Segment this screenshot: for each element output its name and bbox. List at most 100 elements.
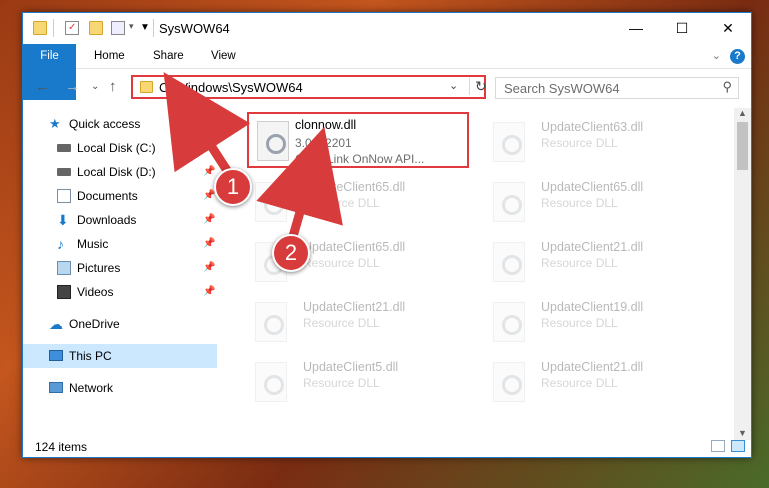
search-input[interactable]: Search SysWOW64 ⚲ xyxy=(495,77,739,99)
sidebar-item-label: Local Disk (D:) xyxy=(77,165,156,179)
file-type: Resource DLL xyxy=(303,376,380,390)
file-name: UpdateClient5.dll xyxy=(303,360,399,374)
videos-icon xyxy=(57,285,71,299)
sidebar-item-this-pc[interactable]: This PC xyxy=(23,344,217,368)
file-name: UpdateClient21.dll xyxy=(541,240,644,254)
dll-file-icon xyxy=(493,182,525,222)
title-bar: ✓ ▾ ▼ SysWOW64 — ☐ ✕ xyxy=(23,13,751,44)
dll-file-icon xyxy=(255,362,287,402)
tab-home[interactable]: Home xyxy=(81,44,138,69)
file-item[interactable]: UpdateClient21.dll Resource DLL xyxy=(483,234,713,290)
step-1-badge: 1 xyxy=(214,168,252,206)
new-folder-icon[interactable] xyxy=(89,21,103,35)
address-bar[interactable]: C:\Windows\SysWOW64 ⌄ ↻ xyxy=(131,75,487,99)
file-item[interactable]: UpdateClient65.dll Resource DLL xyxy=(483,174,713,230)
pin-icon[interactable]: 📌 xyxy=(203,160,215,184)
help-icon[interactable]: ? xyxy=(730,49,745,64)
maximize-button[interactable]: ☐ xyxy=(659,13,705,44)
dll-file-icon xyxy=(493,362,525,402)
file-name: clonnow.dll xyxy=(295,118,357,132)
pin-icon[interactable]: 📌 xyxy=(203,280,215,304)
folder-icon xyxy=(140,81,153,93)
address-path[interactable]: C:\Windows\SysWOW64 xyxy=(159,80,303,95)
explorer-window: ✓ ▾ ▼ SysWOW64 — ☐ ✕ File Home Share Vie… xyxy=(22,12,752,458)
file-type: Resource DLL xyxy=(303,316,380,330)
sidebar-item-music[interactable]: ♪ Music 📌 xyxy=(23,232,217,256)
ribbon: File Home Share View ⌄ ? xyxy=(23,44,751,100)
back-button[interactable]: ← xyxy=(35,78,50,95)
file-list: clonnow.dll 3.0.0.2201 CyberLink OnNow A… xyxy=(235,108,735,440)
navigation-pane: ★ Quick access Local Disk (C:) 📌 Local D… xyxy=(23,108,217,440)
refresh-icon[interactable]: ↻ xyxy=(469,78,487,95)
chevron-down-icon[interactable]: ⌄ xyxy=(449,79,458,92)
recent-locations-icon[interactable]: ⌄ xyxy=(91,81,99,92)
sidebar-item-downloads[interactable]: ⬇ Downloads 📌 xyxy=(23,208,217,232)
dll-file-icon xyxy=(255,182,287,222)
file-item-clonnow[interactable]: clonnow.dll 3.0.0.2201 CyberLink OnNow A… xyxy=(247,112,469,168)
sidebar-item-pictures[interactable]: Pictures 📌 xyxy=(23,256,217,280)
sidebar-item-label: Documents xyxy=(77,189,138,203)
sidebar-item-network[interactable]: Network xyxy=(23,376,217,400)
qa-dropdown-icon[interactable]: ▼ xyxy=(140,22,150,33)
file-description: CyberLink OnNow API... xyxy=(295,152,425,166)
sidebar-item-onedrive[interactable]: ☁ OneDrive xyxy=(23,312,217,336)
network-icon xyxy=(49,382,63,393)
search-icon[interactable]: ⚲ xyxy=(722,79,732,95)
dll-file-icon xyxy=(493,242,525,282)
dll-file-icon xyxy=(493,302,525,342)
close-button[interactable]: ✕ xyxy=(705,13,751,44)
sidebar-item-local-disk-c[interactable]: Local Disk (C:) 📌 xyxy=(23,136,217,160)
chevron-down-icon[interactable]: ▾ xyxy=(129,21,134,32)
drive-icon xyxy=(57,144,71,152)
file-type: Resource DLL xyxy=(541,376,618,390)
sidebar-item-label: Local Disk (C:) xyxy=(77,141,156,155)
file-name: UpdateClient65.dll xyxy=(303,240,406,254)
tab-view[interactable]: View xyxy=(198,44,249,69)
large-icons-view-icon[interactable] xyxy=(731,440,745,452)
pictures-icon xyxy=(57,261,71,275)
pin-icon[interactable]: 📌 xyxy=(203,256,215,280)
star-icon: ★ xyxy=(49,116,61,131)
file-name: UpdateClient19.dll xyxy=(541,300,644,314)
sidebar-item-label: Music xyxy=(77,237,109,251)
sidebar-item-label: This PC xyxy=(69,349,112,363)
file-item[interactable]: UpdateClient63.dll Resource DLL xyxy=(483,114,713,170)
file-item[interactable]: UpdateClient65.dll Resource DLL xyxy=(245,174,475,230)
drive-icon xyxy=(57,168,71,176)
file-type: Resource DLL xyxy=(303,256,380,270)
computer-icon xyxy=(49,350,63,361)
up-button[interactable]: ↑ xyxy=(109,78,117,95)
dll-file-icon xyxy=(257,121,289,161)
file-name: UpdateClient21.dll xyxy=(303,300,406,314)
step-2-badge: 2 xyxy=(272,234,310,272)
customize-toolbar-icon[interactable] xyxy=(111,21,125,35)
sidebar-item-quick-access[interactable]: ★ Quick access xyxy=(23,112,217,136)
sidebar-item-local-disk-d[interactable]: Local Disk (D:) 📌 xyxy=(23,160,217,184)
pin-icon[interactable]: 📌 xyxy=(203,232,215,256)
file-item[interactable]: UpdateClient19.dll Resource DLL xyxy=(483,294,713,350)
file-item[interactable]: UpdateClient21.dll Resource DLL xyxy=(483,354,713,410)
file-item[interactable]: UpdateClient21.dll Resource DLL xyxy=(245,294,475,350)
navigation-bar: ← → ⌄ ↑ C:\Windows\SysWOW64 ⌄ ↻ Search S… xyxy=(23,70,751,104)
sidebar-item-documents[interactable]: Documents 📌 xyxy=(23,184,217,208)
file-name: UpdateClient65.dll xyxy=(541,180,644,194)
details-view-icon[interactable] xyxy=(711,440,725,452)
tab-share[interactable]: Share xyxy=(140,44,197,69)
minimize-button[interactable]: — xyxy=(613,13,659,44)
sidebar-item-videos[interactable]: Videos 📌 xyxy=(23,280,217,304)
vertical-scrollbar[interactable]: ▲ ▼ xyxy=(734,108,751,440)
file-type: Resource DLL xyxy=(541,316,618,330)
dll-file-icon xyxy=(255,302,287,342)
pin-icon[interactable]: 📌 xyxy=(203,208,215,232)
scroll-thumb[interactable] xyxy=(737,122,748,170)
forward-button[interactable]: → xyxy=(65,78,80,95)
item-count: 124 items xyxy=(35,440,88,454)
pin-icon[interactable]: 📌 xyxy=(203,136,215,160)
file-item[interactable]: UpdateClient5.dll Resource DLL xyxy=(245,354,475,410)
file-name: UpdateClient21.dll xyxy=(541,360,644,374)
scroll-up-icon[interactable]: ▲ xyxy=(738,108,747,118)
expand-ribbon-icon[interactable]: ⌄ xyxy=(712,49,721,62)
properties-icon[interactable]: ✓ xyxy=(65,21,79,35)
folder-icon xyxy=(33,21,47,35)
divider xyxy=(53,19,54,37)
